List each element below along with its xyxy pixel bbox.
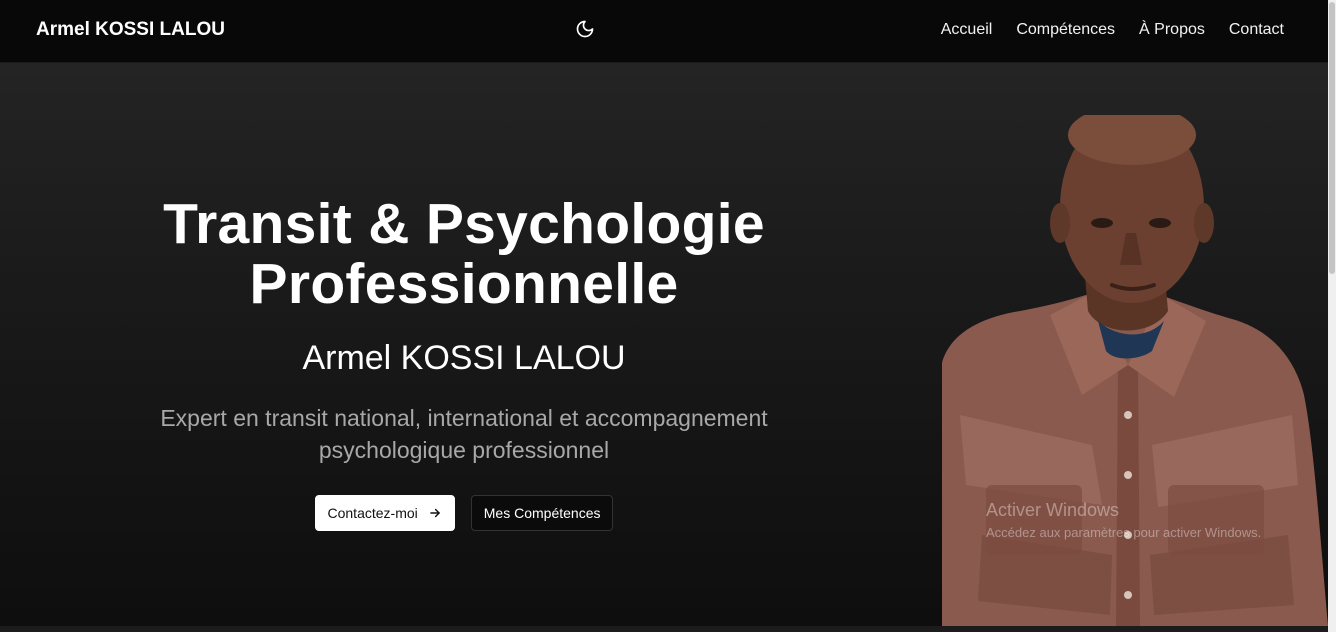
arrow-right-icon — [429, 508, 440, 518]
hero-title-line-1: Transit & Psychologie — [163, 192, 765, 256]
top-navbar: Armel KOSSI LALOU Accueil Compétences À … — [0, 0, 1328, 63]
hero-title-line-2: Professionnelle — [249, 252, 679, 316]
my-skills-label: Mes Compétences — [483, 505, 601, 521]
next-section-edge — [0, 626, 1328, 632]
nav-link-competences[interactable]: Compétences — [1016, 21, 1115, 39]
moon-icon — [576, 20, 594, 38]
theme-toggle-button[interactable] — [574, 18, 596, 40]
scrollbar-thumb[interactable] — [1329, 2, 1335, 274]
portrait-photo — [942, 115, 1328, 626]
nav-link-a-propos[interactable]: À Propos — [1139, 21, 1205, 39]
contact-me-label: Contactez-moi — [327, 505, 418, 521]
hero-content: Transit & Psychologie Professionnelle Ar… — [110, 194, 818, 531]
hero-title: Transit & Psychologie Professionnelle — [110, 194, 818, 314]
my-skills-button[interactable]: Mes Compétences — [470, 495, 614, 531]
contact-me-button[interactable]: Contactez-moi — [314, 495, 455, 531]
watermark-title: Activer Windows — [986, 500, 1120, 520]
hero-name: Armel KOSSI LALOU — [302, 339, 626, 377]
nav-link-accueil[interactable]: Accueil — [941, 21, 993, 39]
page-scrollbar[interactable] — [1328, 0, 1336, 632]
nav-link-contact[interactable]: Contact — [1229, 21, 1284, 39]
hero-section: Transit & Psychologie Professionnelle Ar… — [0, 63, 1328, 626]
windows-activation-watermark: Activer Windows Accédez aux paramètres p… — [986, 500, 1261, 540]
watermark-subtitle: Accédez aux paramètres pour activer Wind… — [986, 525, 1262, 540]
hero-buttons: Contactez-moi Mes Compétences — [110, 495, 818, 531]
hero-description: Expert en transit national, internationa… — [160, 405, 768, 463]
nav-links: Accueil Compétences À Propos Contact — [941, 21, 1284, 39]
brand-name[interactable]: Armel KOSSI LALOU — [36, 19, 225, 41]
